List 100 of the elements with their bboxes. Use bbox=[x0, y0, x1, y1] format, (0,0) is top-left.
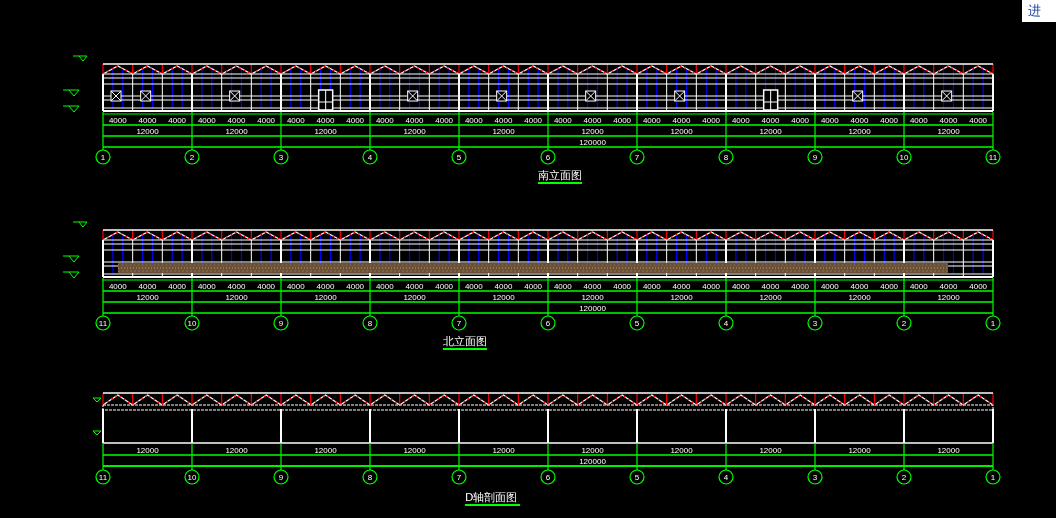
dimension-text: 4000 bbox=[880, 282, 899, 291]
dimension-text: 4000 bbox=[909, 116, 928, 125]
axis-bubble: 9 bbox=[273, 469, 289, 485]
dimension-text: 4000 bbox=[316, 282, 335, 291]
dimension-text: 4000 bbox=[197, 282, 216, 291]
dimension-text: 4000 bbox=[316, 116, 335, 125]
axis-line bbox=[547, 111, 549, 151]
axis-line bbox=[814, 111, 816, 151]
dimension-text: 12000 bbox=[759, 446, 782, 455]
axis-line bbox=[547, 442, 549, 471]
dimension-text: 4000 bbox=[257, 282, 276, 291]
axis-line bbox=[992, 111, 994, 151]
dimension-text: 4000 bbox=[939, 116, 958, 125]
dimension-text: 4000 bbox=[168, 116, 187, 125]
dimension-text: 12000 bbox=[759, 127, 782, 136]
dimension-text: 12000 bbox=[225, 293, 248, 302]
dimension-text: 12000 bbox=[225, 127, 248, 136]
dimension-text: 12000 bbox=[581, 446, 604, 455]
dimension-text: 12000 bbox=[314, 446, 337, 455]
axis-bubble: 11 bbox=[95, 315, 111, 331]
axis-bubble: 6 bbox=[540, 315, 556, 331]
axis-bubble: 3 bbox=[807, 315, 823, 331]
dimension-text: 4000 bbox=[820, 116, 839, 125]
dimension-text: 12000 bbox=[314, 127, 337, 136]
dimension-text: 12000 bbox=[492, 127, 515, 136]
dimension-text: 12000 bbox=[225, 446, 248, 455]
dimension-text: 4000 bbox=[939, 282, 958, 291]
dimension-text: 4000 bbox=[108, 116, 127, 125]
axis-line bbox=[102, 277, 104, 317]
dimension-text: 4000 bbox=[761, 116, 780, 125]
dimension-text: 4000 bbox=[850, 116, 869, 125]
dimension-text: 4000 bbox=[346, 282, 365, 291]
dimension-text: 4000 bbox=[553, 282, 572, 291]
dimension-text: 4000 bbox=[494, 116, 513, 125]
dimension-text: 4000 bbox=[494, 282, 513, 291]
axis-bubble: 7 bbox=[451, 315, 467, 331]
dimension-text: 4000 bbox=[583, 282, 602, 291]
dimension-text: 4000 bbox=[375, 116, 394, 125]
corner-button[interactable]: 进 bbox=[1022, 0, 1056, 22]
axis-line bbox=[369, 277, 371, 317]
dimension-text: 4000 bbox=[464, 116, 483, 125]
dimension-text: 12000 bbox=[403, 127, 426, 136]
axis-line bbox=[636, 111, 638, 151]
axis-line bbox=[903, 111, 905, 151]
dimension-text: 4000 bbox=[702, 116, 721, 125]
axis-line bbox=[725, 442, 727, 471]
dimension-text: 120000 bbox=[579, 457, 606, 466]
dimension-text: 4000 bbox=[702, 282, 721, 291]
dimension-text: 12000 bbox=[848, 293, 871, 302]
dimension-text: 12000 bbox=[492, 446, 515, 455]
dimension-text: 12000 bbox=[937, 446, 960, 455]
dimension-text: 4000 bbox=[731, 282, 750, 291]
axis-bubble: 7 bbox=[629, 149, 645, 165]
dimension-text: 4000 bbox=[880, 116, 899, 125]
dimension-text: 120000 bbox=[579, 138, 606, 147]
axis-bubble: 10 bbox=[184, 315, 200, 331]
axis-bubble: 4 bbox=[718, 469, 734, 485]
dimension-text: 4000 bbox=[791, 282, 810, 291]
axis-bubble: 10 bbox=[896, 149, 912, 165]
dimension-text: 4000 bbox=[405, 116, 424, 125]
dimension-text: 4000 bbox=[168, 282, 187, 291]
dimension-text: 4000 bbox=[257, 116, 276, 125]
dimension-text: 12000 bbox=[581, 127, 604, 136]
dimension-text: 4000 bbox=[850, 282, 869, 291]
dimension-text: 4000 bbox=[553, 116, 572, 125]
axis-bubble: 10 bbox=[184, 469, 200, 485]
title-underline bbox=[442, 348, 488, 350]
axis-line bbox=[102, 442, 104, 471]
axis-line bbox=[458, 277, 460, 317]
dimension-text: 4000 bbox=[791, 116, 810, 125]
axis-bubble: 3 bbox=[273, 149, 289, 165]
title-underline bbox=[464, 504, 521, 506]
title-underline bbox=[537, 182, 583, 184]
dimension-text: 4000 bbox=[227, 282, 246, 291]
axis-bubble: 6 bbox=[540, 149, 556, 165]
axis-bubble: 6 bbox=[540, 469, 556, 485]
axis-line bbox=[636, 277, 638, 317]
axis-bubble: 8 bbox=[718, 149, 734, 165]
dimension-text: 12000 bbox=[670, 293, 693, 302]
dimension-text: 4000 bbox=[969, 282, 988, 291]
dimension-text: 12000 bbox=[136, 446, 159, 455]
dimension-text: 12000 bbox=[670, 127, 693, 136]
axis-bubble: 1 bbox=[985, 315, 1001, 331]
dimension-text: 4000 bbox=[197, 116, 216, 125]
axis-line bbox=[903, 442, 905, 471]
axis-line bbox=[992, 442, 994, 471]
dimension-text: 120000 bbox=[579, 304, 606, 313]
dimension-text: 4000 bbox=[642, 282, 661, 291]
axis-bubble: 4 bbox=[718, 315, 734, 331]
dimension-text: 4000 bbox=[286, 116, 305, 125]
dimension-text: 12000 bbox=[848, 446, 871, 455]
dimension-text: 4000 bbox=[375, 282, 394, 291]
dimension-text: 12000 bbox=[136, 293, 159, 302]
dimension-text: 4000 bbox=[820, 282, 839, 291]
dimension-text: 12000 bbox=[492, 293, 515, 302]
axis-bubble: 1 bbox=[985, 469, 1001, 485]
axis-line bbox=[458, 442, 460, 471]
dimension-text: 4000 bbox=[138, 282, 157, 291]
axis-bubble: 5 bbox=[629, 469, 645, 485]
axis-line bbox=[458, 111, 460, 151]
